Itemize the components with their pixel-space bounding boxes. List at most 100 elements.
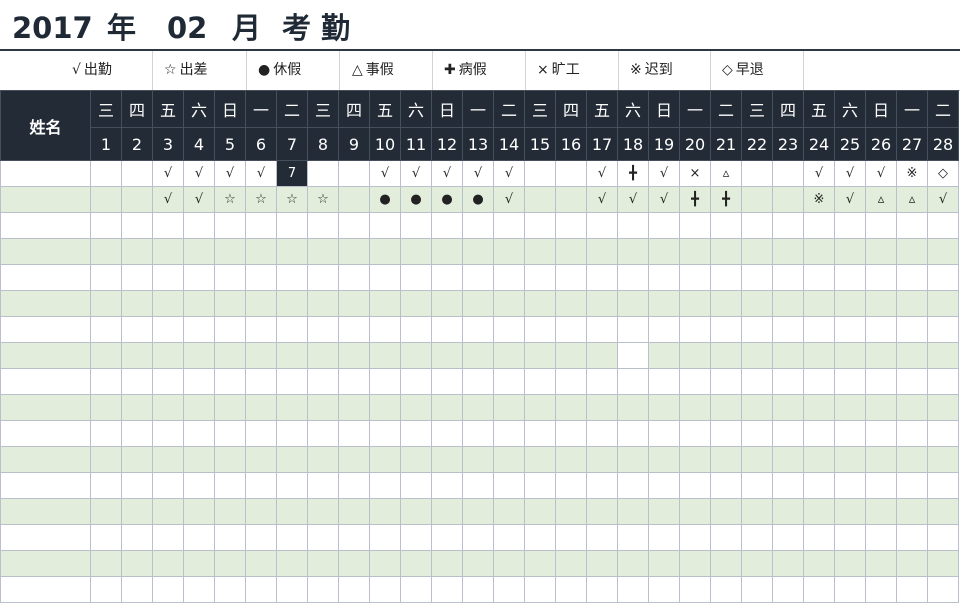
attendance-cell[interactable]	[865, 394, 897, 421]
attendance-cell[interactable]	[431, 316, 463, 343]
attendance-cell[interactable]	[710, 316, 742, 343]
attendance-cell[interactable]: ☆	[245, 186, 277, 213]
selected-cell[interactable]: 7	[276, 160, 308, 187]
attendance-cell[interactable]	[834, 238, 866, 265]
attendance-cell[interactable]	[338, 186, 370, 213]
attendance-cell[interactable]	[865, 264, 897, 291]
attendance-cell[interactable]	[276, 420, 308, 447]
attendance-cell[interactable]	[741, 576, 773, 603]
attendance-cell[interactable]	[245, 550, 277, 577]
attendance-cell[interactable]	[927, 290, 959, 317]
attendance-cell[interactable]	[276, 446, 308, 473]
attendance-cell[interactable]	[90, 420, 122, 447]
attendance-cell[interactable]: ◇	[927, 160, 959, 187]
attendance-cell[interactable]: √	[927, 186, 959, 213]
attendance-cell[interactable]	[617, 446, 649, 473]
attendance-cell[interactable]	[648, 498, 680, 525]
attendance-cell[interactable]	[927, 420, 959, 447]
attendance-cell[interactable]	[617, 342, 649, 369]
attendance-cell[interactable]	[834, 550, 866, 577]
attendance-cell[interactable]	[152, 368, 184, 395]
attendance-cell[interactable]	[214, 446, 246, 473]
attendance-cell[interactable]	[121, 576, 153, 603]
attendance-cell[interactable]	[524, 290, 556, 317]
attendance-cell[interactable]	[741, 316, 773, 343]
attendance-cell[interactable]: ☆	[307, 186, 339, 213]
attendance-cell[interactable]	[152, 472, 184, 499]
attendance-cell[interactable]	[90, 342, 122, 369]
attendance-cell[interactable]	[121, 290, 153, 317]
attendance-cell[interactable]	[152, 342, 184, 369]
attendance-cell[interactable]	[462, 446, 494, 473]
attendance-cell[interactable]	[896, 290, 928, 317]
attendance-cell[interactable]	[927, 316, 959, 343]
attendance-cell[interactable]	[183, 238, 215, 265]
attendance-cell[interactable]	[369, 550, 401, 577]
attendance-cell[interactable]	[493, 576, 525, 603]
attendance-cell[interactable]: √	[183, 186, 215, 213]
attendance-cell[interactable]	[617, 524, 649, 551]
attendance-cell[interactable]	[245, 498, 277, 525]
attendance-cell[interactable]	[183, 550, 215, 577]
attendance-cell[interactable]	[400, 472, 432, 499]
attendance-cell[interactable]	[183, 394, 215, 421]
attendance-cell[interactable]	[555, 576, 587, 603]
attendance-cell[interactable]: √	[493, 160, 525, 187]
attendance-cell[interactable]	[462, 264, 494, 291]
attendance-cell[interactable]	[896, 472, 928, 499]
attendance-cell[interactable]	[772, 420, 804, 447]
attendance-cell[interactable]	[276, 290, 308, 317]
attendance-cell[interactable]	[555, 264, 587, 291]
attendance-cell[interactable]	[431, 420, 463, 447]
attendance-cell[interactable]	[710, 472, 742, 499]
attendance-cell[interactable]	[400, 342, 432, 369]
attendance-cell[interactable]	[462, 238, 494, 265]
attendance-cell[interactable]	[276, 498, 308, 525]
attendance-cell[interactable]	[245, 420, 277, 447]
attendance-cell[interactable]: √	[586, 186, 618, 213]
attendance-cell[interactable]	[896, 342, 928, 369]
attendance-cell[interactable]	[431, 290, 463, 317]
attendance-cell[interactable]	[586, 290, 618, 317]
attendance-cell[interactable]	[741, 498, 773, 525]
attendance-cell[interactable]	[307, 212, 339, 239]
attendance-cell[interactable]	[152, 212, 184, 239]
attendance-cell[interactable]	[648, 446, 680, 473]
attendance-cell[interactable]: ●	[369, 186, 401, 213]
attendance-cell[interactable]	[524, 524, 556, 551]
attendance-cell[interactable]	[214, 368, 246, 395]
attendance-cell[interactable]	[617, 368, 649, 395]
attendance-cell[interactable]	[121, 342, 153, 369]
attendance-cell[interactable]	[896, 316, 928, 343]
attendance-cell[interactable]	[338, 420, 370, 447]
attendance-cell[interactable]	[834, 290, 866, 317]
attendance-cell[interactable]	[896, 576, 928, 603]
attendance-cell[interactable]	[679, 498, 711, 525]
attendance-cell[interactable]	[276, 524, 308, 551]
attendance-cell[interactable]: √	[586, 160, 618, 187]
attendance-cell[interactable]	[865, 446, 897, 473]
attendance-cell[interactable]	[772, 186, 804, 213]
attendance-cell[interactable]	[648, 420, 680, 447]
attendance-cell[interactable]	[152, 420, 184, 447]
employee-name-cell[interactable]	[0, 316, 91, 343]
attendance-cell[interactable]	[896, 550, 928, 577]
attendance-cell[interactable]	[524, 446, 556, 473]
attendance-cell[interactable]	[121, 316, 153, 343]
attendance-cell[interactable]	[183, 498, 215, 525]
attendance-cell[interactable]	[803, 212, 835, 239]
attendance-cell[interactable]	[772, 498, 804, 525]
employee-name-cell[interactable]	[0, 212, 91, 239]
attendance-cell[interactable]	[834, 420, 866, 447]
attendance-cell[interactable]	[865, 550, 897, 577]
attendance-cell[interactable]	[245, 316, 277, 343]
attendance-cell[interactable]	[493, 342, 525, 369]
attendance-cell[interactable]	[493, 420, 525, 447]
attendance-cell[interactable]	[679, 446, 711, 473]
attendance-cell[interactable]	[524, 212, 556, 239]
employee-name-cell[interactable]	[0, 368, 91, 395]
attendance-cell[interactable]	[679, 212, 711, 239]
attendance-cell[interactable]	[710, 550, 742, 577]
attendance-cell[interactable]	[741, 342, 773, 369]
attendance-cell[interactable]	[648, 472, 680, 499]
